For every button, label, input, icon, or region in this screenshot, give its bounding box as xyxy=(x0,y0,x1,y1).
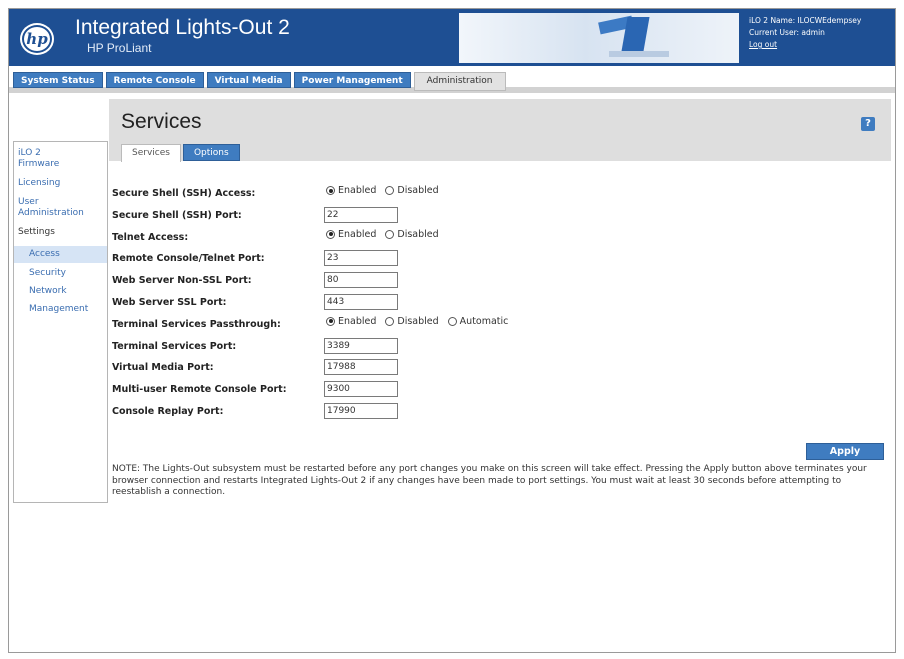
row-ts-passthrough: Terminal Services Passthrough: Enabled D… xyxy=(112,315,612,337)
sidebar-item-licensing[interactable]: Licensing xyxy=(14,178,107,189)
ssh-port-label: Secure Shell (SSH) Port: xyxy=(112,209,242,221)
sidebar-item-security[interactable]: Security xyxy=(14,268,107,279)
ssh-disabled-label: Disabled xyxy=(397,185,439,196)
header-banner: hp Integrated Lights-Out 2 HP ProLiant i… xyxy=(9,9,895,66)
ts-automatic-radio[interactable] xyxy=(447,316,457,326)
ts-port-label: Terminal Services Port: xyxy=(112,340,237,352)
sidebar-item-firmware[interactable]: iLO 2 Firmware xyxy=(14,148,74,170)
web-ssl-port-label: Web Server SSL Port: xyxy=(112,296,227,308)
row-remote-console-port: Remote Console/Telnet Port: xyxy=(112,249,612,271)
ssh-disabled-radio[interactable] xyxy=(385,186,395,195)
sidebar-item-access[interactable]: Access xyxy=(14,246,107,263)
tab-remote-console[interactable]: Remote Console xyxy=(105,72,204,88)
ts-disabled-radio[interactable] xyxy=(385,316,395,326)
restart-note: NOTE: The Lights-Out subsystem must be r… xyxy=(112,464,867,497)
sub-tabs: Services Options xyxy=(121,144,240,162)
row-multiuser-port: Multi-user Remote Console Port: xyxy=(112,380,612,402)
tab-administration[interactable]: Administration xyxy=(413,72,506,91)
tab-virtual-media[interactable]: Virtual Media xyxy=(206,72,291,88)
multiuser-port-input[interactable] xyxy=(324,381,398,398)
row-replay-port: Console Replay Port: xyxy=(112,402,612,424)
ts-port-input[interactable] xyxy=(324,337,398,354)
telnet-disabled-radio[interactable] xyxy=(385,229,395,239)
web-nonssl-port-label: Web Server Non-SSL Port: xyxy=(112,275,252,287)
subtab-services[interactable]: Services xyxy=(121,144,181,162)
web-ssl-port-input[interactable] xyxy=(324,293,398,310)
hp-logo-icon: hp xyxy=(22,25,52,53)
ssh-access-label: Secure Shell (SSH) Access: xyxy=(112,188,256,199)
ssh-enabled-label: Enabled xyxy=(338,185,377,196)
telnet-access-label: Telnet Access: xyxy=(112,231,189,243)
top-navigation: System Status Remote Console Virtual Med… xyxy=(9,66,895,93)
ssh-port-input[interactable] xyxy=(324,206,398,223)
telnet-enabled-label: Enabled xyxy=(338,228,377,240)
vm-port-input[interactable] xyxy=(324,359,398,376)
remote-console-port-input[interactable] xyxy=(324,250,398,267)
ts-enabled-label: Enabled xyxy=(338,315,377,327)
subtab-options[interactable]: Options xyxy=(182,144,240,161)
sidebar-item-network[interactable]: Network xyxy=(14,286,107,297)
ssh-enabled-radio[interactable] xyxy=(326,186,335,195)
current-user: Current User: admin xyxy=(749,28,825,37)
header-photo xyxy=(459,13,739,63)
photo-base xyxy=(609,51,669,57)
sidebar-item-user-administration[interactable]: User Administration xyxy=(14,197,104,219)
tab-power-management[interactable]: Power Management xyxy=(293,72,411,88)
product-title: Integrated Lights-Out 2 xyxy=(75,16,290,39)
telnet-enabled-radio[interactable] xyxy=(326,229,335,239)
ts-disabled-label: Disabled xyxy=(397,315,439,327)
tab-system-status[interactable]: System Status xyxy=(13,72,103,88)
apply-button[interactable]: Apply xyxy=(806,443,884,460)
logout-link[interactable]: Log out xyxy=(749,39,861,51)
ts-enabled-radio[interactable] xyxy=(326,316,335,326)
help-icon[interactable]: ? xyxy=(861,117,875,131)
row-ssh-port: Secure Shell (SSH) Port: xyxy=(112,206,612,228)
replay-port-input[interactable] xyxy=(324,402,398,419)
replay-port-label: Console Replay Port: xyxy=(112,405,224,417)
row-telnet-access: Telnet Access: Enabled Disabled xyxy=(112,228,612,250)
row-ts-port: Terminal Services Port: xyxy=(112,337,612,359)
ilo-window: hp Integrated Lights-Out 2 HP ProLiant i… xyxy=(8,8,896,653)
telnet-disabled-label: Disabled xyxy=(397,228,439,240)
remote-console-port-label: Remote Console/Telnet Port: xyxy=(112,253,265,265)
row-web-ssl-port: Web Server SSL Port: xyxy=(112,293,612,315)
ts-automatic-label: Automatic xyxy=(459,315,509,327)
sidebar-item-management[interactable]: Management xyxy=(14,304,107,315)
multiuser-port-label: Multi-user Remote Console Port: xyxy=(112,384,287,396)
product-subtitle: HP ProLiant xyxy=(87,41,152,55)
row-web-nonssl-port: Web Server Non-SSL Port: xyxy=(112,271,612,293)
sidebar: iLO 2 Firmware Licensing User Administra… xyxy=(13,141,108,503)
row-ssh-access: Secure Shell (SSH) Access: Enabled Disab… xyxy=(112,184,612,206)
ilo-name: iLO 2 Name: ILOCWEdempsey xyxy=(749,16,862,25)
web-nonssl-port-input[interactable] xyxy=(324,272,398,289)
vm-port-label: Virtual Media Port: xyxy=(112,362,214,374)
session-info: iLO 2 Name: ILOCWEdempsey Current User: … xyxy=(749,15,861,51)
row-vm-port: Virtual Media Port: xyxy=(112,358,612,380)
sidebar-heading-settings: Settings xyxy=(18,227,55,237)
page-title: Services xyxy=(121,110,202,133)
ts-passthrough-label: Terminal Services Passthrough: xyxy=(112,318,281,330)
services-form: Secure Shell (SSH) Access: Enabled Disab… xyxy=(112,184,612,424)
